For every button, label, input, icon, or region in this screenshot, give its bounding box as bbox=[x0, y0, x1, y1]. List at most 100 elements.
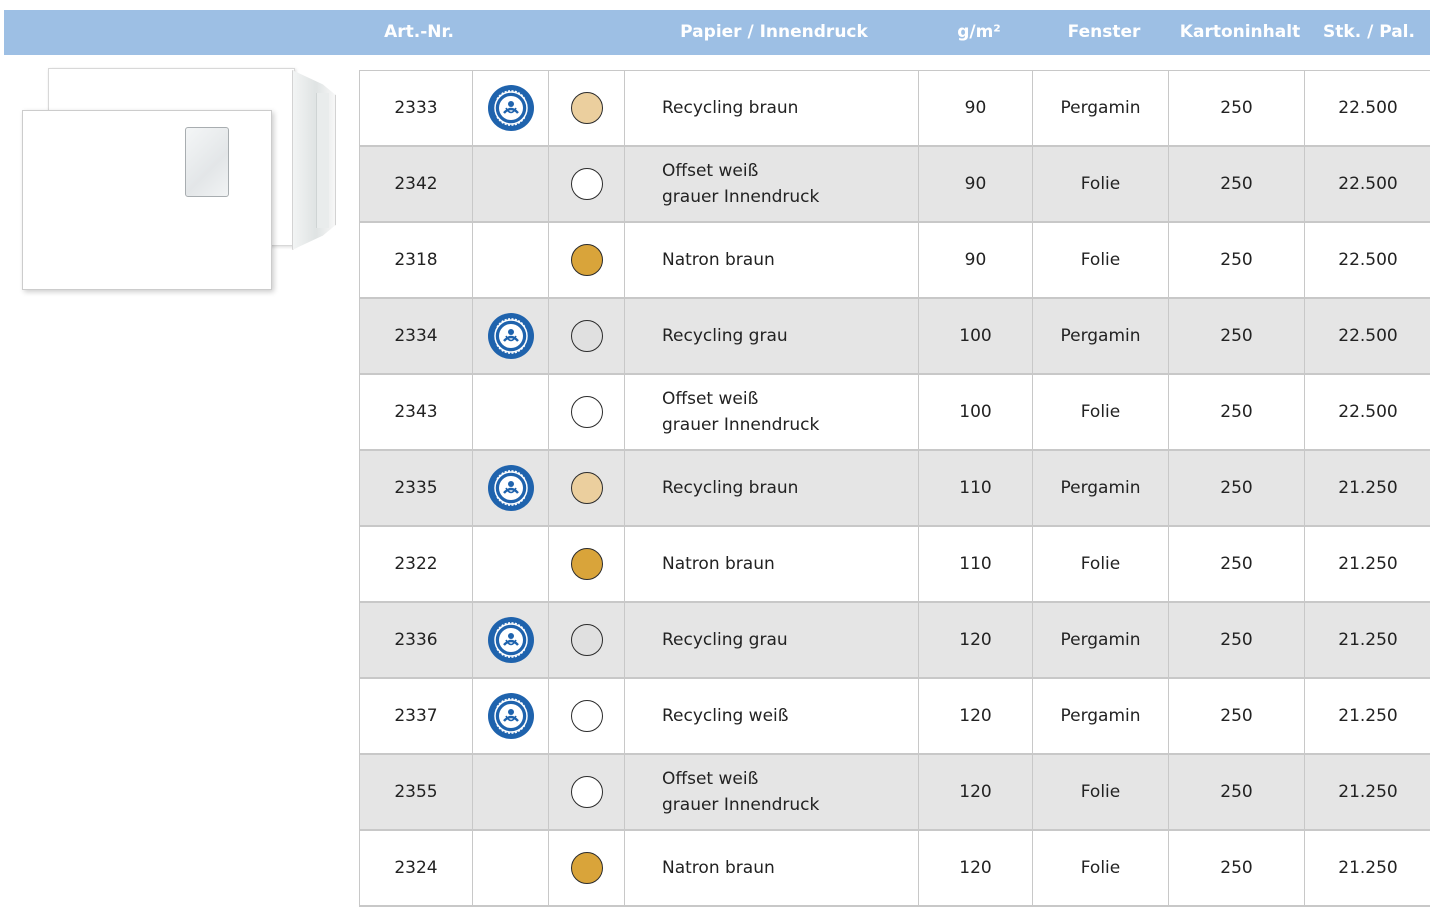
table-row: 2342 Offset weiß grauer Innendruck 90 Folie 2… bbox=[360, 147, 1430, 223]
blauer-engel-cell bbox=[473, 527, 549, 601]
paper-color-swatch bbox=[570, 776, 603, 808]
paper-color-cell bbox=[549, 755, 625, 829]
envelope-front bbox=[22, 110, 272, 290]
kartoninhalt-cell: 250 bbox=[1169, 755, 1305, 829]
table-row: 2334 Recycling grau 100 Pergamin 250 22.500 bbox=[360, 299, 1430, 375]
paper-cell: Recycling grau bbox=[625, 603, 919, 677]
column-header-papier: Papier / Innendruck bbox=[680, 22, 868, 42]
paper-color-swatch bbox=[570, 396, 603, 428]
blauer-engel-cell bbox=[473, 603, 549, 677]
fenster-cell: Folie bbox=[1033, 223, 1169, 297]
paper-label-line: Offset weiß bbox=[662, 769, 759, 789]
paper-label-line: grauer Innendruck bbox=[662, 187, 820, 207]
stk-pal-cell: 22.500 bbox=[1338, 326, 1398, 346]
blauer-engel-eco-label-icon bbox=[487, 616, 535, 664]
kartoninhalt-cell: 250 bbox=[1169, 375, 1305, 449]
paper-label-line: Recycling braun bbox=[662, 478, 799, 498]
table-row: 2324 Natron braun 120 Folie 250 21.250 bbox=[360, 831, 1430, 907]
gsm-cell: 120 bbox=[919, 603, 1033, 677]
paper-cell: Recycling braun bbox=[625, 71, 919, 145]
stk-pal-cell: 22.500 bbox=[1338, 250, 1398, 270]
paper-label-line: Recycling braun bbox=[662, 98, 799, 118]
fenster-cell: Folie bbox=[1033, 831, 1169, 905]
envelope-adhesive-strip bbox=[316, 93, 329, 228]
paper-cell: Recycling grau bbox=[625, 299, 919, 373]
paper-color-swatch bbox=[570, 320, 603, 352]
fenster-cell: Pergamin bbox=[1033, 451, 1169, 525]
paper-color-cell bbox=[549, 527, 625, 601]
envelope-window bbox=[185, 127, 229, 197]
table-row: 2322 Natron braun 110 Folie 250 21.250 bbox=[360, 527, 1430, 603]
paper-label-line: Natron braun bbox=[662, 554, 775, 574]
paper-color-swatch bbox=[570, 92, 603, 124]
kartoninhalt-cell: 250 bbox=[1169, 527, 1305, 601]
paper-color-cell bbox=[549, 831, 625, 905]
paper-color-swatch bbox=[570, 244, 603, 276]
table-row: 2337 Recycling weiß 120 Pergamin 250 21.250 bbox=[360, 679, 1430, 755]
fenster-cell: Pergamin bbox=[1033, 71, 1169, 145]
table-row: 2318 Natron braun 90 Folie 250 22.500 bbox=[360, 223, 1430, 299]
paper-label-line: Recycling grau bbox=[662, 630, 788, 650]
paper-cell: Recycling braun bbox=[625, 451, 919, 525]
paper-color-swatch bbox=[570, 548, 603, 580]
art-nr-cell: 2355 bbox=[360, 755, 473, 829]
art-nr-cell: 2334 bbox=[360, 299, 473, 373]
kartoninhalt-cell: 250 bbox=[1169, 679, 1305, 753]
envelope-flap bbox=[292, 70, 336, 250]
kartoninhalt-cell: 250 bbox=[1169, 299, 1305, 373]
blauer-engel-cell bbox=[473, 679, 549, 753]
art-nr-cell: 2337 bbox=[360, 679, 473, 753]
blauer-engel-cell bbox=[473, 831, 549, 905]
kartoninhalt-cell: 250 bbox=[1169, 603, 1305, 677]
gsm-cell: 110 bbox=[919, 451, 1033, 525]
column-header-gsm: g/m² bbox=[957, 22, 1001, 42]
table-header-band: Art.-Nr. Papier / Innendruck g/m² Fenste… bbox=[4, 10, 1430, 55]
paper-color-cell bbox=[549, 679, 625, 753]
stk-pal-cell: 22.500 bbox=[1338, 402, 1398, 422]
kartoninhalt-cell: 250 bbox=[1169, 831, 1305, 905]
column-header-stk-pal: Stk. / Pal. bbox=[1323, 22, 1415, 42]
blauer-engel-eco-label-icon bbox=[487, 84, 535, 132]
paper-cell: Natron braun bbox=[625, 831, 919, 905]
paper-cell: Natron braun bbox=[625, 223, 919, 297]
paper-label-line: Recycling grau bbox=[662, 326, 788, 346]
gsm-cell: 120 bbox=[919, 831, 1033, 905]
paper-color-cell bbox=[549, 71, 625, 145]
blauer-engel-cell bbox=[473, 451, 549, 525]
paper-label-line: Offset weiß bbox=[662, 161, 759, 181]
table-row: 2333 Recycling braun 90 Pergamin 250 22.500 bbox=[360, 71, 1430, 147]
table-row: 2336 Recycling grau 120 Pergamin 250 21.250 bbox=[360, 603, 1430, 679]
blauer-engel-eco-label-icon bbox=[487, 464, 535, 512]
fenster-cell: Pergamin bbox=[1033, 603, 1169, 677]
stk-pal-cell: 21.250 bbox=[1338, 706, 1398, 726]
paper-color-cell bbox=[549, 451, 625, 525]
gsm-cell: 90 bbox=[919, 223, 1033, 297]
art-nr-cell: 2335 bbox=[360, 451, 473, 525]
blauer-engel-cell bbox=[473, 223, 549, 297]
paper-label-line: Recycling weiß bbox=[662, 706, 789, 726]
stk-pal-cell: 22.500 bbox=[1338, 174, 1398, 194]
kartoninhalt-cell: 250 bbox=[1169, 147, 1305, 221]
gsm-cell: 120 bbox=[919, 755, 1033, 829]
stk-pal-cell: 21.250 bbox=[1338, 630, 1398, 650]
gsm-cell: 90 bbox=[919, 147, 1033, 221]
paper-color-swatch bbox=[570, 700, 603, 732]
stk-pal-cell: 21.250 bbox=[1338, 858, 1398, 878]
fenster-cell: Folie bbox=[1033, 755, 1169, 829]
fenster-cell: Folie bbox=[1033, 147, 1169, 221]
blauer-engel-eco-label-icon bbox=[487, 692, 535, 740]
table-row: 2355 Offset weiß grauer Innendruck 120 Folie… bbox=[360, 755, 1430, 831]
product-table: 2333 Recycling braun 90 Pergamin 250 22.500 2… bbox=[359, 70, 1430, 907]
blauer-engel-eco-label-icon bbox=[487, 312, 535, 360]
art-nr-cell: 2324 bbox=[360, 831, 473, 905]
stk-pal-cell: 21.250 bbox=[1338, 554, 1398, 574]
art-nr-cell: 2336 bbox=[360, 603, 473, 677]
column-header-fenster: Fenster bbox=[1067, 22, 1141, 42]
paper-color-cell bbox=[549, 603, 625, 677]
blauer-engel-cell bbox=[473, 147, 549, 221]
kartoninhalt-cell: 250 bbox=[1169, 71, 1305, 145]
paper-color-cell bbox=[549, 375, 625, 449]
fenster-cell: Folie bbox=[1033, 527, 1169, 601]
blauer-engel-cell bbox=[473, 299, 549, 373]
table-row: 2335 Recycling braun 110 Pergamin 250 21.250 bbox=[360, 451, 1430, 527]
